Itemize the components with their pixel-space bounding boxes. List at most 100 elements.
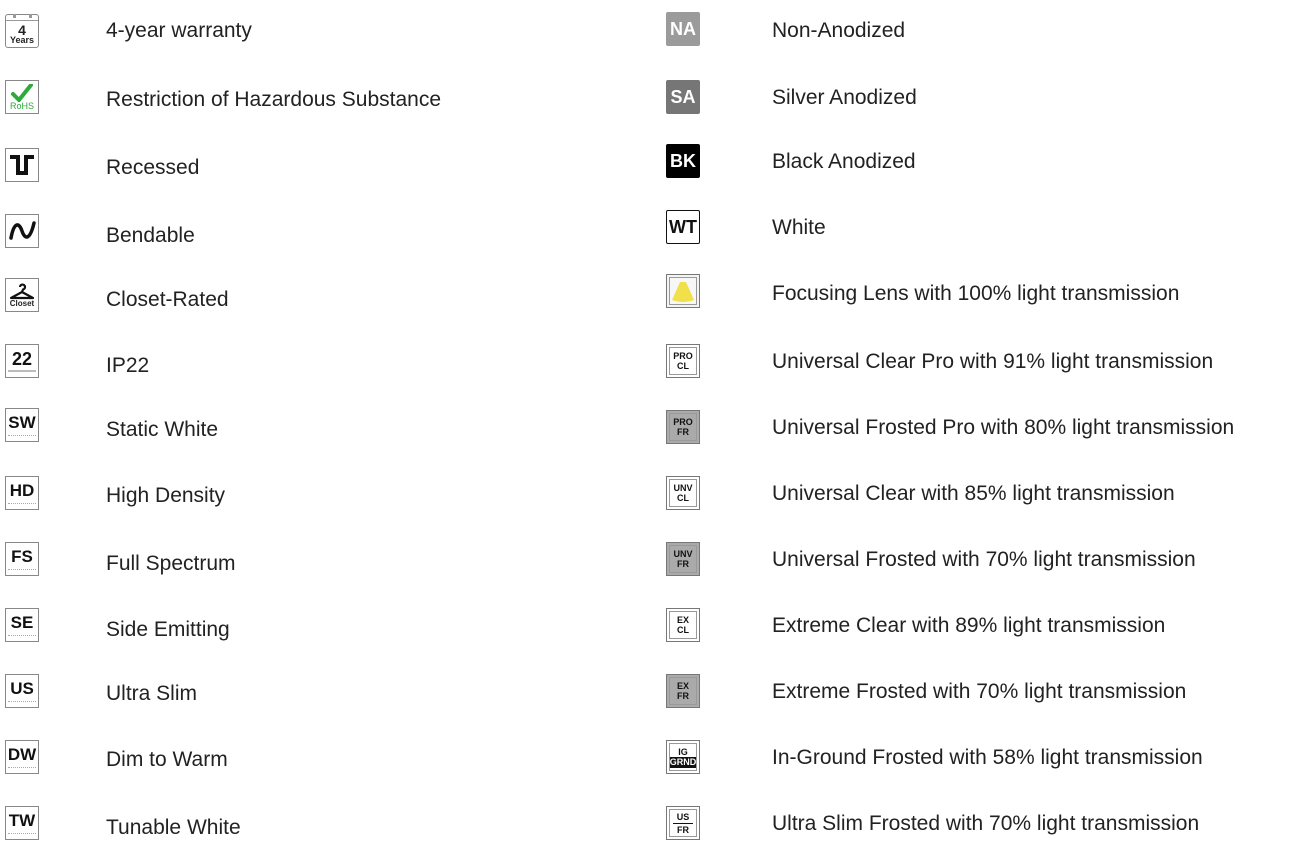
- legend-label: High Density: [106, 484, 226, 507]
- warranty-icon-number: 4: [18, 21, 26, 38]
- legend-label: Non-Anodized: [772, 19, 906, 42]
- pro-cl-icon-bottom: CL: [677, 361, 689, 371]
- extreme-clear-icon: EX CL: [666, 608, 700, 642]
- se-icon-text: SE: [10, 613, 34, 632]
- unv-fr-icon-top: UNV: [673, 549, 693, 559]
- hd-icon-text: HD: [9, 481, 35, 500]
- us-fr-icon-top: US: [676, 811, 690, 822]
- us-icon-text: US: [10, 679, 34, 698]
- rohs-check-icon: RoHS: [5, 80, 39, 114]
- legend-row-us: US Ultra Slim: [0, 660, 640, 726]
- legend-row-dw: DW Dim to Warm: [0, 726, 640, 792]
- legend-label: Ultra Slim Frosted with 70% light transm…: [772, 812, 1200, 835]
- legend-label: Ultra Slim: [106, 682, 198, 705]
- tw-icon-underline: [8, 833, 36, 837]
- unv-cl-icon-top: UNV: [673, 483, 693, 493]
- ip22-icon-text: 22: [11, 348, 33, 369]
- universal-clear-icon: UNV CL: [666, 476, 700, 510]
- pro-cl-icon-top: PRO: [673, 351, 693, 361]
- legend-label: Recessed: [106, 156, 200, 179]
- legend-label: IP22: [106, 354, 150, 377]
- legend-row-closet: Closet Closet-Rated: [0, 264, 640, 330]
- legend-row-ex-fr: EX FR Extreme Frosted with 70% light tra…: [666, 660, 1313, 726]
- unv-fr-icon-bottom: FR: [677, 559, 689, 569]
- legend-row-focusing-lens: Focusing Lens with 100% light transmissi…: [666, 264, 1313, 330]
- legend-label: Dim to Warm: [106, 748, 228, 771]
- extreme-frosted-icon: EX FR: [666, 674, 700, 708]
- ig-icon-top: IG: [678, 746, 688, 757]
- checkmark-icon: [11, 83, 33, 102]
- na-icon-text: NA: [670, 18, 696, 39]
- sa-icon-text: SA: [670, 86, 696, 107]
- se-icon-underline: [8, 635, 36, 639]
- ex-fr-icon-top: EX: [676, 681, 689, 691]
- closet-icon-text: Closet: [9, 299, 35, 308]
- legend-row-recessed: Recessed: [0, 132, 640, 198]
- legend-row-bendable: Bendable: [0, 198, 640, 264]
- closet-hanger-icon: Closet: [5, 278, 39, 312]
- us-fr-icon-bottom: FR: [677, 824, 689, 835]
- non-anodized-icon: NA: [666, 12, 700, 46]
- universal-frosted-icon: UNV FR: [666, 542, 700, 576]
- legend-label: Side Emitting: [106, 618, 230, 641]
- legend-label: Silver Anodized: [772, 86, 917, 109]
- legend-label: Universal Clear with 85% light transmiss…: [772, 482, 1175, 505]
- legend-label: Closet-Rated: [106, 288, 229, 311]
- ultra-slim-frosted-icon: US FR: [666, 806, 700, 840]
- sw-icon-text: SW: [8, 413, 36, 432]
- legend-label: Focusing Lens with 100% light transmissi…: [772, 282, 1180, 305]
- fs-icon-underline: [8, 569, 36, 573]
- legend-label: Extreme Clear with 89% light transmissio…: [772, 614, 1166, 637]
- legend-row-rohs: RoHS Restriction of Hazardous Substance: [0, 66, 640, 132]
- bendable-wave-icon: [5, 214, 39, 248]
- ip22-icon-underline: [8, 370, 36, 375]
- bk-icon-text: BK: [670, 150, 696, 171]
- legend-row-unv-fr: UNV FR Universal Frosted with 70% light …: [666, 528, 1313, 594]
- legend-row-sa: SA Silver Anodized: [666, 66, 1313, 132]
- legend-row-ig-grnd: IG GRND In-Ground Frosted with 58% light…: [666, 726, 1313, 792]
- legend-row-fs: FS Full Spectrum: [0, 528, 640, 594]
- pro-fr-icon-bottom: FR: [677, 427, 689, 437]
- legend-label: Restriction of Hazardous Substance: [106, 88, 442, 111]
- legend-row-se: SE Side Emitting: [0, 594, 640, 660]
- hd-icon-underline: [8, 503, 36, 507]
- feature-legend-left-column: 4 Years 4-year warranty RoHS Restriction…: [0, 0, 640, 858]
- rohs-icon-text: RoHS: [9, 100, 34, 111]
- legend-label: Black Anodized: [772, 150, 916, 173]
- ex-cl-icon-top: EX: [676, 615, 689, 625]
- fs-icon-text: FS: [11, 547, 33, 566]
- static-white-icon: SW: [5, 408, 39, 442]
- ip22-icon: 22: [5, 344, 39, 378]
- finish-lens-legend-right-column: NA Non-Anodized SA Silver Anodized BK Bl…: [666, 0, 1313, 858]
- legend-row-ip22: 22 IP22: [0, 330, 640, 396]
- legend-label: Universal Frosted with 70% light transmi…: [772, 548, 1196, 571]
- pro-fr-icon-top: PRO: [673, 417, 693, 427]
- legend-row-bk: BK Black Anodized: [666, 132, 1313, 198]
- legend-label: Universal Frosted Pro with 80% light tra…: [772, 416, 1235, 439]
- recessed-icon: [5, 148, 39, 182]
- silver-anodized-icon: SA: [666, 80, 700, 114]
- black-anodized-icon: BK: [666, 144, 700, 178]
- unv-cl-icon-bottom: CL: [677, 493, 689, 503]
- legend-label: Bendable: [106, 224, 195, 247]
- dw-icon-text: DW: [7, 745, 37, 764]
- legend-label: Full Spectrum: [106, 552, 236, 575]
- legend-label: Universal Clear Pro with 91% light trans…: [772, 350, 1214, 373]
- legend-label: White: [772, 216, 826, 239]
- warranty-icon-years: Years: [9, 34, 35, 45]
- ex-cl-icon-bottom: CL: [677, 625, 689, 635]
- legend-row-pro-fr: PRO FR Universal Frosted Pro with 80% li…: [666, 396, 1313, 462]
- legend-label: In-Ground Frosted with 58% light transmi…: [772, 746, 1203, 769]
- legend-label: Tunable White: [106, 816, 241, 839]
- ultra-slim-icon: US: [5, 674, 39, 708]
- legend-row-wt: WT White: [666, 198, 1313, 264]
- legend-row-tw: TW Tunable White: [0, 792, 640, 858]
- legend-label: Extreme Frosted with 70% light transmiss…: [772, 680, 1187, 703]
- legend-row-unv-cl: UNV CL Universal Clear with 85% light tr…: [666, 462, 1313, 528]
- side-emitting-icon: SE: [5, 608, 39, 642]
- ex-fr-icon-bottom: FR: [677, 691, 689, 701]
- us-fr-icon-divider: [673, 822, 693, 824]
- legend-label: Static White: [106, 418, 219, 441]
- legend-row-hd: HD High Density: [0, 462, 640, 528]
- in-ground-frosted-icon: IG GRND: [666, 740, 700, 774]
